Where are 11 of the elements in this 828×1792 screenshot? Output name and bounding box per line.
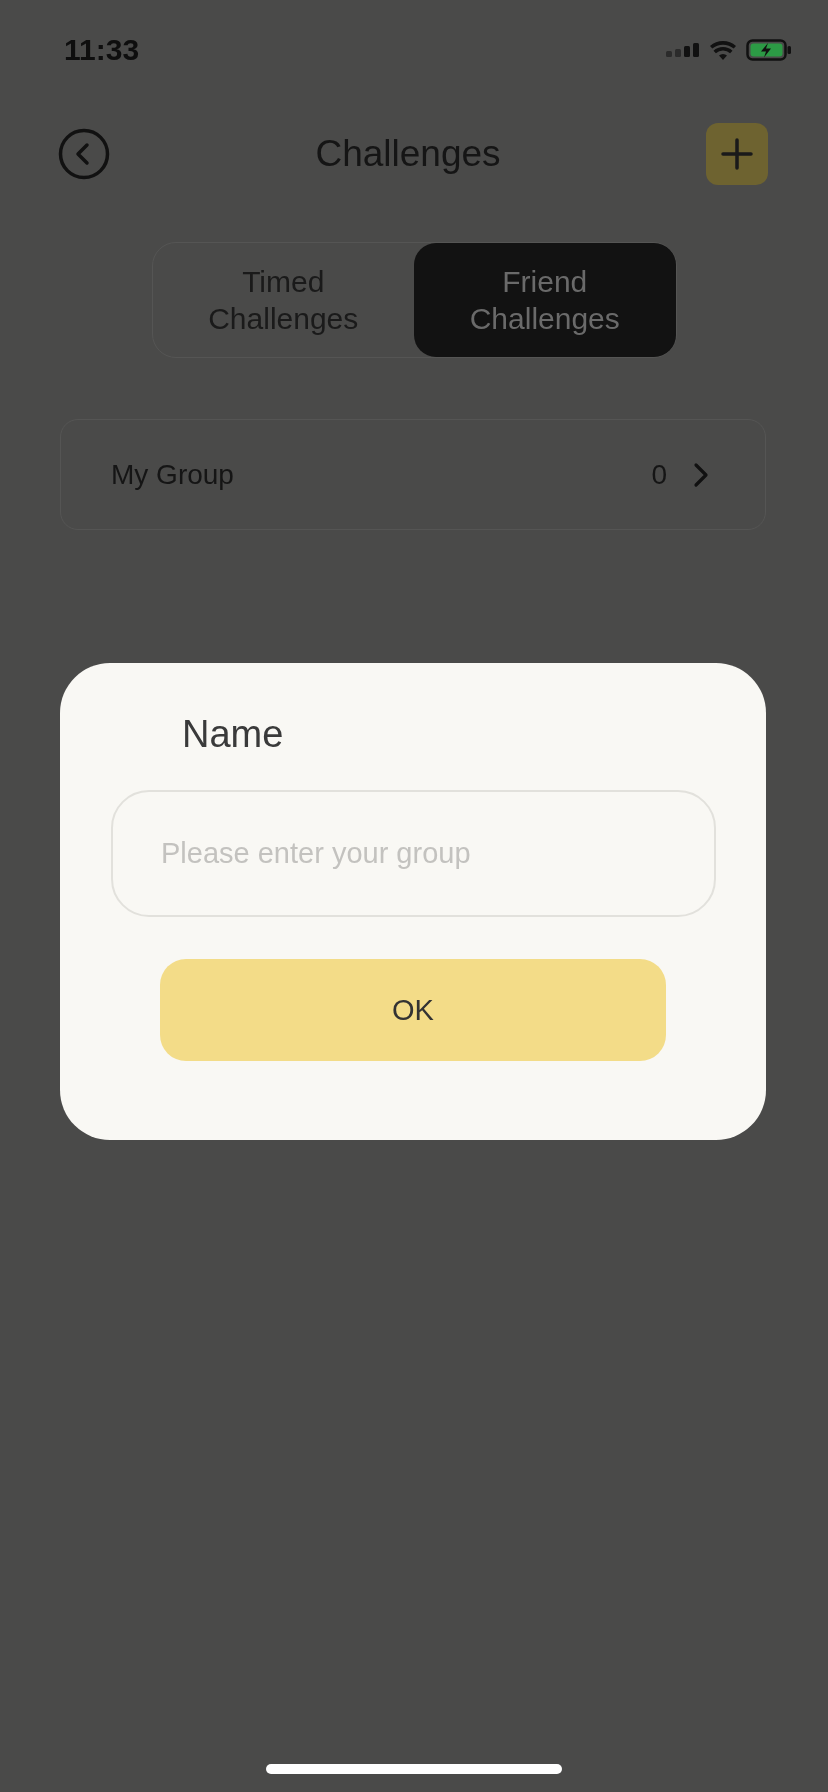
add-button[interactable] bbox=[706, 123, 768, 185]
back-button[interactable] bbox=[58, 128, 110, 180]
ok-button[interactable]: OK bbox=[160, 959, 666, 1061]
dialog-title: Name bbox=[182, 713, 285, 756]
plus-icon bbox=[721, 138, 753, 170]
wifi-icon bbox=[710, 40, 736, 60]
battery-icon bbox=[746, 39, 792, 61]
chevron-right-icon bbox=[693, 461, 709, 488]
tab[interactable]: Friend Challenges bbox=[414, 243, 676, 357]
status-time: 11:33 bbox=[64, 33, 140, 67]
signal-icon bbox=[666, 43, 700, 57]
